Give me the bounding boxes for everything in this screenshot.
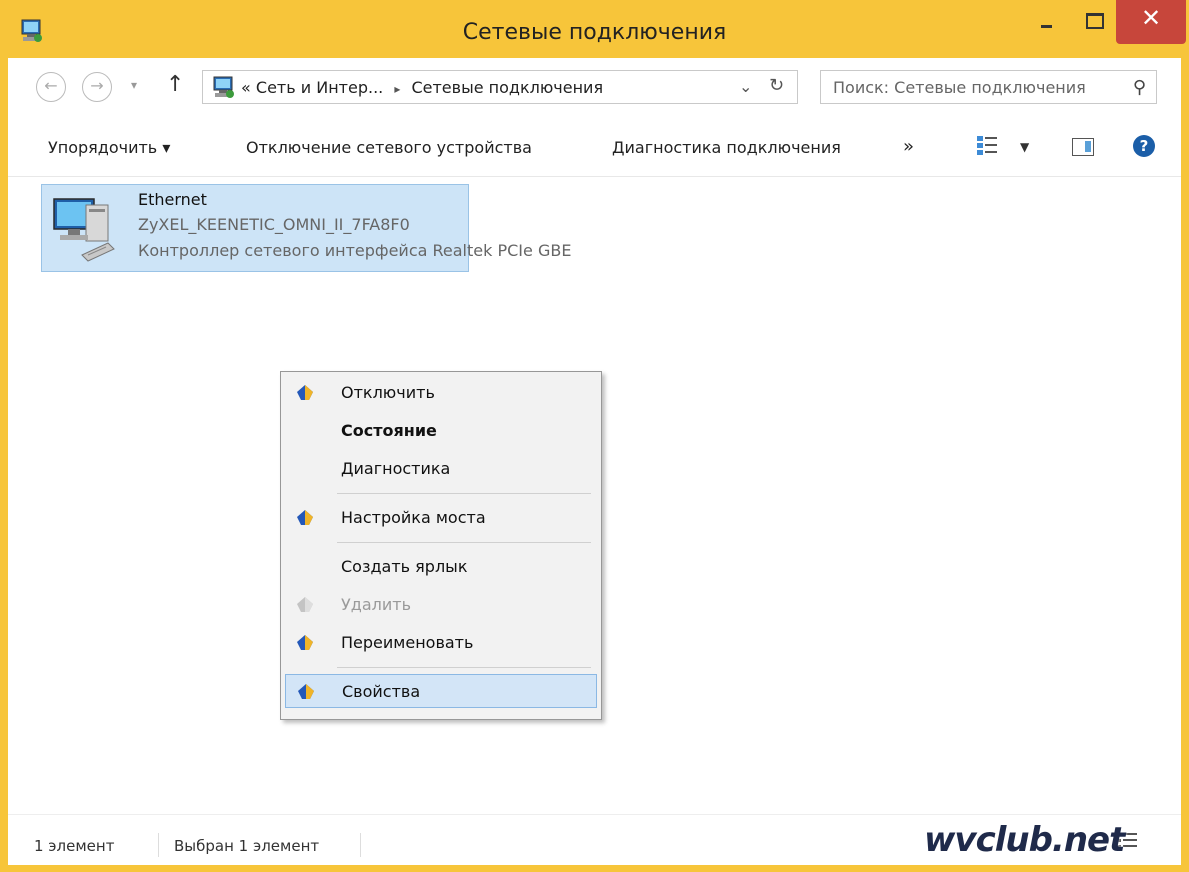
menu-separator [337, 493, 591, 494]
chevron-down-icon: ▼ [1020, 140, 1030, 154]
menu-item-delete[interactable]: Удалить [285, 588, 597, 622]
recent-locations-button[interactable]: ▾ [131, 78, 137, 92]
search-icon[interactable]: ⚲ [1133, 77, 1146, 98]
menu-item-label: Настройка моста [341, 508, 486, 527]
menu-item-label: Свойства [342, 682, 421, 701]
shield-icon [297, 510, 313, 525]
refresh-icon: ↻ [769, 75, 785, 96]
breadcrumb-item-network[interactable]: Сеть и Интер... [256, 78, 383, 97]
menu-item-label: Отключить [341, 383, 435, 402]
breadcrumb-overflow[interactable]: « [241, 78, 251, 97]
chevron-down-icon: ▾ [131, 78, 138, 92]
back-button[interactable]: ← [36, 72, 66, 102]
menu-item-diagnostics[interactable]: Диагностика [285, 452, 597, 486]
menu-separator [337, 542, 591, 543]
up-button[interactable]: ↑ [166, 72, 184, 97]
network-connections-icon [213, 76, 234, 98]
breadcrumb: « Сеть и Интер... ▸ Сетевые подключения [241, 78, 603, 97]
menu-item-label: Диагностика [341, 459, 451, 478]
status-separator [360, 833, 361, 857]
menu-item-disable[interactable]: Отключить [285, 376, 597, 410]
item-count: 1 элемент [34, 837, 115, 855]
breadcrumb-separator-icon[interactable]: ▸ [394, 82, 400, 96]
forward-button[interactable]: → [82, 72, 112, 102]
disable-device-button[interactable]: Отключение сетевого устройства [246, 138, 532, 157]
navigation-bar: ← → ▾ ↑ « Сеть и Интер... ▸ Сетевые подк… [8, 58, 1181, 120]
address-field[interactable]: « Сеть и Интер... ▸ Сетевые подключения … [202, 70, 798, 104]
minimize-icon [1041, 25, 1052, 28]
maximize-button[interactable] [1070, 0, 1116, 44]
organize-button[interactable]: Упорядочить ▾ [48, 138, 170, 157]
change-view-icon[interactable] [976, 134, 998, 156]
menu-item-label: Создать ярлык [341, 557, 468, 576]
menu-item-label: Состояние [341, 421, 437, 440]
connection-name: Ethernet [138, 190, 207, 209]
shield-icon [297, 635, 313, 650]
watermark-logo: wvclub.net [924, 820, 1125, 860]
selection-count: Выбран 1 элемент [174, 837, 320, 855]
close-button[interactable]: ✕ [1116, 0, 1186, 44]
diagnose-connection-button[interactable]: Диагностика подключения [612, 138, 841, 157]
shield-icon [297, 597, 313, 612]
command-bar: Упорядочить ▾ Отключение сетевого устрой… [8, 120, 1181, 177]
more-commands-button[interactable]: » [903, 136, 914, 157]
menu-item-rename[interactable]: Переименовать [285, 626, 597, 660]
view-options-button[interactable]: ▼ [1020, 140, 1029, 154]
chevron-down-icon: ⌄ [739, 77, 753, 96]
help-icon[interactable]: ? [1133, 135, 1155, 157]
back-arrow-icon: ← [44, 76, 58, 95]
close-icon: ✕ [1140, 4, 1162, 32]
window-title: Сетевые подключения [462, 20, 727, 45]
search-placeholder: Поиск: Сетевые подключения [833, 78, 1086, 97]
shield-icon [297, 385, 313, 400]
explorer-window: Сетевые подключения ✕ ← → ▾ ↑ « Сеть и И… [0, 0, 1189, 872]
up-arrow-icon: ↑ [166, 72, 185, 97]
menu-item-label: Переименовать [341, 633, 474, 652]
breadcrumb-item-connections[interactable]: Сетевые подключения [411, 78, 603, 97]
title-bar[interactable]: Сетевые подключения ✕ [0, 0, 1189, 60]
menu-item-properties[interactable]: Свойства [285, 674, 597, 708]
menu-item-create-shortcut[interactable]: Создать ярлык [285, 550, 597, 584]
connection-device: Контроллер сетевого интерфейса Realtek P… [138, 241, 572, 260]
menu-item-label: Удалить [341, 595, 411, 614]
shield-icon [298, 684, 314, 699]
ethernet-adapter-icon [53, 198, 115, 262]
window-client: ← → ▾ ↑ « Сеть и Интер... ▸ Сетевые подк… [8, 58, 1181, 865]
file-list[interactable]: Ethernet ZyXEL_KEENETIC_OMNI_II_7FA8F0 К… [8, 177, 1181, 814]
menu-item-status[interactable]: Состояние [285, 414, 597, 448]
minimize-button[interactable] [1020, 0, 1070, 44]
status-separator [158, 833, 159, 857]
refresh-button[interactable]: ↻ [769, 75, 784, 96]
menu-separator [337, 667, 591, 668]
connection-item-ethernet[interactable]: Ethernet ZyXEL_KEENETIC_OMNI_II_7FA8F0 К… [41, 184, 571, 272]
context-menu: Отключить Состояние Диагностика Настройк… [280, 371, 602, 720]
preview-pane-icon[interactable] [1072, 138, 1094, 156]
address-dropdown-button[interactable]: ⌄ [739, 77, 752, 96]
menu-item-bridge[interactable]: Настройка моста [285, 501, 597, 535]
search-input[interactable]: Поиск: Сетевые подключения ⚲ [820, 70, 1157, 104]
forward-arrow-icon: → [90, 76, 104, 95]
maximize-icon [1086, 13, 1104, 29]
connection-network: ZyXEL_KEENETIC_OMNI_II_7FA8F0 [138, 215, 410, 234]
